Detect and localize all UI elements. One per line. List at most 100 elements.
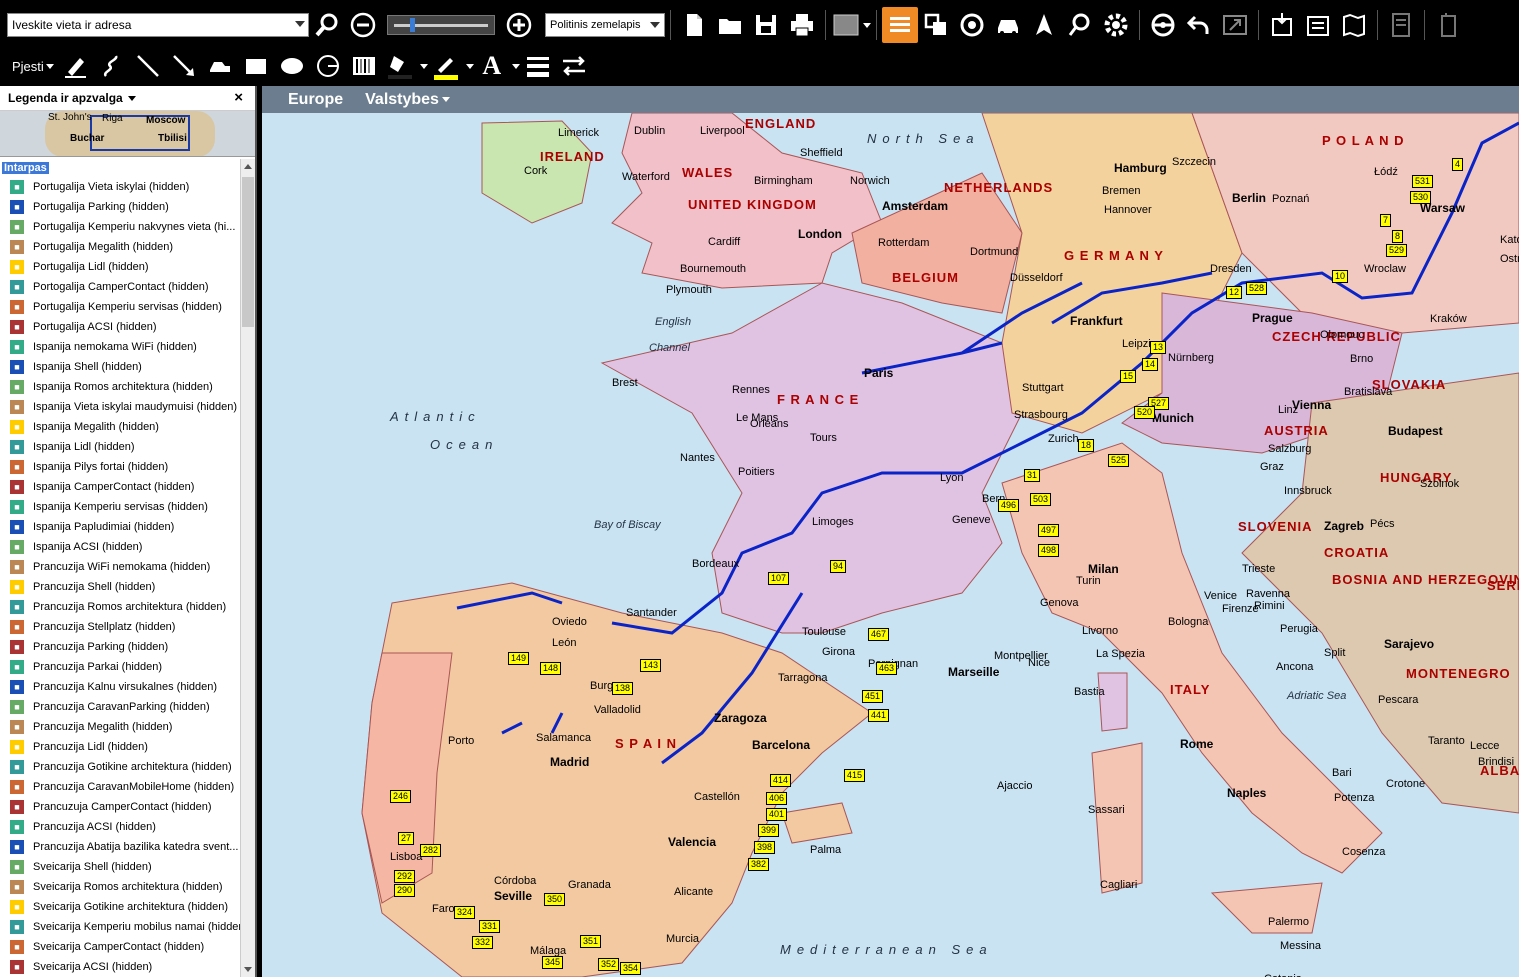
layer-item[interactable]: ■ Portugalija Lidl (hidden) bbox=[0, 257, 240, 277]
layer-item[interactable]: ■ Ispanija Papludimiai (hidden) bbox=[0, 517, 240, 537]
tree-root[interactable]: − Intarpas bbox=[0, 159, 240, 177]
rectangle-tool[interactable] bbox=[238, 48, 274, 84]
route-marker[interactable]: 525 bbox=[1108, 454, 1130, 467]
save-button[interactable] bbox=[748, 7, 784, 43]
import-button[interactable] bbox=[1264, 7, 1300, 43]
freehand-tool[interactable] bbox=[94, 48, 130, 84]
location-search-box[interactable] bbox=[7, 13, 309, 37]
route-marker[interactable]: 290 bbox=[394, 884, 416, 897]
chevron-down-icon[interactable] bbox=[419, 63, 428, 69]
atlas-button[interactable] bbox=[1336, 7, 1372, 43]
layer-item[interactable]: ■ Sveicarija Gotikine architektura (hidde… bbox=[0, 897, 240, 917]
layer-item[interactable]: ■ Portogalija CamperContact (hidden) bbox=[0, 277, 240, 297]
route-marker[interactable]: 94 bbox=[830, 560, 847, 573]
chevron-down-icon[interactable] bbox=[465, 63, 474, 69]
route-marker[interactable]: 382 bbox=[748, 858, 770, 871]
layer-item[interactable]: ■ Prancuzija Megalith (hidden) bbox=[0, 717, 240, 737]
route-button[interactable] bbox=[954, 7, 990, 43]
layer-item[interactable]: ■ Prancuzuja CamperContact (hidden) bbox=[0, 797, 240, 817]
route-marker[interactable]: 18 bbox=[1078, 439, 1095, 452]
line-tool[interactable] bbox=[130, 48, 166, 84]
layer-item[interactable]: ■ Prancuzija ACSI (hidden) bbox=[0, 817, 240, 837]
layer-item[interactable]: ■ Ispanija Pilys fortai (hidden) bbox=[0, 457, 240, 477]
layer-item[interactable]: ■ Ispanija Romos architektura (hidden) bbox=[0, 377, 240, 397]
layer-item[interactable]: ■ Prancuzija Romos architektura (hidden) bbox=[0, 597, 240, 617]
route-marker[interactable]: 15 bbox=[1120, 370, 1137, 383]
route-marker[interactable]: 354 bbox=[620, 962, 642, 975]
search-button[interactable] bbox=[309, 7, 345, 43]
route-marker[interactable]: 345 bbox=[542, 956, 564, 969]
layer-item[interactable]: ■ Ispanija Megalith (hidden) bbox=[0, 417, 240, 437]
map-style-button[interactable] bbox=[831, 7, 861, 43]
route-marker[interactable]: 7 bbox=[1380, 214, 1392, 227]
route-marker[interactable]: 143 bbox=[640, 659, 662, 672]
route-marker[interactable]: 401 bbox=[766, 808, 788, 821]
layer-item[interactable]: ■ Portugalija Vieta iskylai (hidden) bbox=[0, 177, 240, 197]
steering-button[interactable] bbox=[1145, 7, 1181, 43]
layer-item[interactable]: ■ Ispanija Shell (hidden) bbox=[0, 357, 240, 377]
route-marker[interactable]: 13 bbox=[1150, 341, 1167, 354]
route-marker[interactable]: 4 bbox=[1452, 158, 1464, 171]
layer-item[interactable]: ■ Prancuzija Parkai (hidden) bbox=[0, 657, 240, 677]
car-button[interactable] bbox=[990, 7, 1026, 43]
breadcrumb-europe[interactable]: Europe bbox=[288, 91, 343, 109]
layer-item[interactable]: ■ Portugalija ACSI (hidden) bbox=[0, 317, 240, 337]
scrollbar-thumb[interactable] bbox=[242, 177, 254, 327]
route-marker[interactable]: 441 bbox=[868, 709, 890, 722]
tree-scrollbar[interactable] bbox=[240, 159, 255, 977]
new-document-button[interactable] bbox=[676, 7, 712, 43]
route-marker[interactable]: 531 bbox=[1412, 175, 1434, 188]
layer-item[interactable]: ■ Sveicarija ACSI (hidden) bbox=[0, 957, 240, 977]
scroll-down-icon[interactable] bbox=[244, 967, 252, 972]
route-marker[interactable]: 520 bbox=[1134, 406, 1156, 419]
map-canvas[interactable]: IRELAND UNITED KINGDOM WALES ENGLAND NETHERL… bbox=[262, 113, 1519, 977]
route-marker[interactable]: 529 bbox=[1386, 244, 1408, 257]
location-search-input[interactable] bbox=[12, 18, 292, 32]
layer-item[interactable]: ■ Prancuzija CaravanMobileHome (hidden) bbox=[0, 777, 240, 797]
open-folder-button[interactable] bbox=[712, 7, 748, 43]
zoom-slider-thumb[interactable] bbox=[410, 18, 415, 32]
chevron-down-icon[interactable] bbox=[863, 22, 871, 28]
barcode-tool[interactable] bbox=[346, 48, 382, 84]
layer-item[interactable]: ■ Sveicarija Romos architektura (hidden) bbox=[0, 877, 240, 897]
find-place-button[interactable] bbox=[1062, 7, 1098, 43]
expand-button[interactable] bbox=[1217, 7, 1253, 43]
undo-button[interactable] bbox=[1181, 7, 1217, 43]
layer-item[interactable]: ■ Ispanija ACSI (hidden) bbox=[0, 537, 240, 557]
layer-item[interactable]: ■ Ispanija Lidl (hidden) bbox=[0, 437, 240, 457]
zoom-slider[interactable] bbox=[387, 15, 495, 35]
route-marker[interactable]: 10 bbox=[1332, 270, 1349, 283]
zoom-out-button[interactable] bbox=[345, 7, 381, 43]
route-marker[interactable]: 148 bbox=[540, 662, 562, 675]
route-marker[interactable]: 107 bbox=[768, 572, 790, 585]
route-marker[interactable]: 31 bbox=[1024, 469, 1041, 482]
close-icon[interactable]: × bbox=[234, 89, 243, 106]
route-marker[interactable]: 14 bbox=[1142, 358, 1159, 371]
layer-item[interactable]: ■ Prancuzija CaravanParking (hidden) bbox=[0, 697, 240, 717]
route-marker[interactable]: 467 bbox=[868, 628, 890, 641]
zoom-in-button[interactable] bbox=[501, 7, 537, 43]
layer-item[interactable]: ■ Portugalija Kemperiu nakvynes vieta (hi… bbox=[0, 217, 240, 237]
route-marker[interactable]: 351 bbox=[580, 935, 602, 948]
export-button[interactable] bbox=[1300, 7, 1336, 43]
direction-tool[interactable] bbox=[556, 48, 592, 84]
chevron-down-icon[interactable] bbox=[295, 21, 305, 27]
layers-button[interactable] bbox=[918, 7, 954, 43]
route-marker[interactable]: 282 bbox=[420, 844, 442, 857]
layer-item[interactable]: ■ Portugalija Parking (hidden) bbox=[0, 197, 240, 217]
overview-map[interactable]: St. John's Riga Moscow Buchar Tbilisi bbox=[0, 111, 255, 157]
route-marker[interactable]: 451 bbox=[862, 690, 884, 703]
route-marker[interactable]: 503 bbox=[1030, 493, 1052, 506]
route-marker[interactable]: 12 bbox=[1226, 286, 1243, 299]
fill-tool[interactable] bbox=[382, 48, 418, 84]
layer-item[interactable]: ■ Portugalija Megalith (hidden) bbox=[0, 237, 240, 257]
chevron-down-icon[interactable] bbox=[127, 95, 136, 101]
legend-panel-title[interactable]: Legenda ir apzvalga bbox=[8, 91, 123, 105]
gps-device-button[interactable] bbox=[1430, 7, 1466, 43]
layer-item[interactable]: ■ Prancuzija Lidl (hidden) bbox=[0, 737, 240, 757]
layer-item[interactable]: ■ Sveicarija Kemperiu mobilus namai (hidd… bbox=[0, 917, 240, 937]
layer-item[interactable]: ■ Prancuzija Abatija bazilika katedra sve… bbox=[0, 837, 240, 857]
tree-root-label[interactable]: Intarpas bbox=[2, 162, 49, 174]
navigate-button[interactable] bbox=[1026, 7, 1062, 43]
route-marker[interactable]: 27 bbox=[398, 832, 415, 845]
